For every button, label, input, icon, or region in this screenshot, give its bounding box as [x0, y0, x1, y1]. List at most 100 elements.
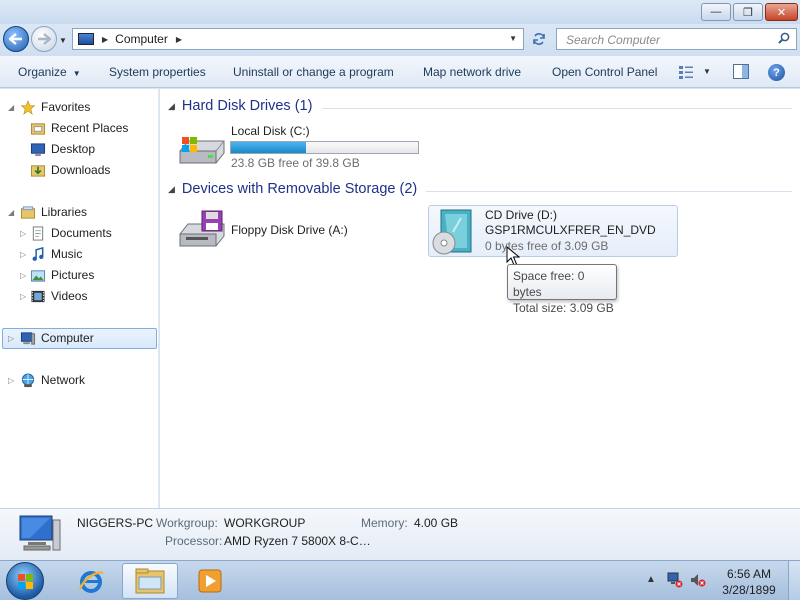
sidebar-item-videos[interactable]: ▷ Videos: [20, 286, 87, 306]
address-history-dropdown[interactable]: ▼: [509, 34, 517, 43]
sidebar-item-downloads[interactable]: Downloads: [30, 160, 110, 180]
maximize-button[interactable]: ❐: [733, 3, 763, 21]
sidebar-item-network[interactable]: ▷ Network: [8, 370, 85, 390]
close-button[interactable]: ✕: [765, 3, 798, 21]
minimize-button[interactable]: —: [701, 3, 731, 21]
search-input[interactable]: Search Computer: [556, 28, 797, 50]
refresh-icon: [533, 33, 545, 45]
group-removable-storage[interactable]: ◢ Devices with Removable Storage (2): [168, 181, 417, 197]
help-icon[interactable]: ?: [768, 64, 785, 81]
sidebar-item-documents[interactable]: ▷ Documents: [20, 223, 112, 243]
forward-arrow-icon: [38, 33, 51, 45]
processor-value: AMD Ryzen 7 5800X 8-C…: [224, 534, 371, 548]
uninstall-program-button[interactable]: Uninstall or change a program: [233, 65, 394, 79]
navigation-bar: ▼ ▶ Computer ▶ ▼ Search Computer: [0, 24, 800, 56]
downloads-icon: [30, 164, 46, 177]
capacity-bar-fill: [231, 142, 307, 153]
start-orb[interactable]: [6, 562, 44, 600]
drive-name: CD Drive (D:): [485, 208, 557, 222]
show-desktop-button[interactable]: [788, 561, 800, 600]
expand-arrow-icon[interactable]: ◢: [8, 103, 14, 112]
videos-icon: [31, 290, 45, 302]
drive-tooltip: Space free: 0 bytes Total size: 3.09 GB: [507, 264, 617, 315]
breadcrumb-chevron-icon[interactable]: ▶: [102, 35, 108, 44]
breadcrumb-computer[interactable]: Computer: [115, 32, 168, 46]
sidebar-item-label: Recent Places: [51, 121, 129, 135]
computer-icon: [20, 331, 36, 345]
windows-explorer-icon: [135, 568, 165, 594]
memory-label: Memory:: [361, 516, 408, 530]
windows-logo-icon: [18, 574, 33, 589]
search-icon[interactable]: [778, 32, 790, 44]
tooltip-line: Space free: 0 bytes: [513, 269, 585, 299]
open-control-panel-button[interactable]: Open Control Panel: [552, 65, 657, 79]
clock-time: 6:56 AM: [726, 567, 772, 581]
cd-drive-icon: [432, 209, 472, 255]
organize-menu[interactable]: Organize ▼: [18, 65, 81, 79]
libraries-icon: [20, 205, 36, 219]
taskbar-windows-explorer[interactable]: [122, 563, 178, 599]
back-arrow-icon: [9, 33, 22, 45]
expand-arrow-icon[interactable]: ▷: [20, 229, 26, 238]
sidebar-item-music[interactable]: ▷ Music: [20, 244, 82, 264]
chevron-down-icon: ▼: [72, 69, 81, 78]
sidebar-item-pictures[interactable]: ▷ Pictures: [20, 265, 94, 285]
navigation-pane: ◢ Favorites Recent Places Desktop Downlo…: [0, 89, 159, 508]
sidebar-item-label: Videos: [51, 289, 88, 303]
collapse-triangle-icon[interactable]: ◢: [168, 184, 175, 195]
libraries-label: Libraries: [41, 205, 88, 219]
network-status-icon[interactable]: [667, 572, 683, 588]
taskbar-internet-explorer[interactable]: [63, 563, 119, 599]
expand-arrow-icon[interactable]: ▷: [8, 334, 14, 343]
sidebar-item-label: Music: [51, 247, 83, 261]
documents-icon: [32, 225, 44, 241]
recent-places-icon: [30, 122, 46, 135]
organize-label: Organize: [18, 65, 67, 79]
drive-name: Floppy Disk Drive (A:): [231, 223, 348, 237]
expand-arrow-icon[interactable]: ▷: [20, 271, 26, 280]
computer-label: Computer: [41, 331, 94, 345]
workgroup-value: WORKGROUP: [224, 516, 306, 530]
forward-button[interactable]: [31, 26, 57, 52]
drive-name: Local Disk (C:): [231, 124, 310, 138]
tree-libraries[interactable]: ◢ Libraries: [8, 202, 87, 222]
drive-free-space: 0 bytes free of 3.09 GB: [485, 239, 609, 253]
group-title: Devices with Removable Storage (2): [181, 181, 418, 197]
system-properties-button[interactable]: System properties: [109, 65, 206, 79]
collapse-triangle-icon[interactable]: ◢: [168, 101, 175, 112]
star-icon: [20, 99, 36, 115]
breadcrumb-chevron-icon[interactable]: ▶: [176, 35, 182, 44]
volume-muted-icon[interactable]: [690, 572, 706, 588]
recent-pages-dropdown[interactable]: ▼: [59, 36, 67, 45]
network-label: Network: [41, 373, 86, 387]
show-hidden-icons-button[interactable]: ▲: [646, 574, 656, 585]
expand-arrow-icon[interactable]: ◢: [8, 208, 14, 217]
processor-label: Processor:: [165, 534, 223, 548]
map-network-drive-button[interactable]: Map network drive: [423, 65, 521, 79]
tree-favorites[interactable]: ◢ Favorites: [8, 97, 90, 117]
content-pane: ◢ Hard Disk Drives (1) Local Disk (C:) 2…: [160, 89, 800, 508]
view-options-dropdown[interactable]: ▼: [703, 67, 711, 76]
change-view-icon[interactable]: [678, 65, 694, 79]
sidebar-item-desktop[interactable]: Desktop: [30, 139, 95, 159]
group-divider: [426, 191, 792, 192]
floppy-drive-icon: [179, 210, 225, 247]
expand-arrow-icon[interactable]: ▷: [20, 292, 26, 301]
system-clock[interactable]: 6:56 AM 3/28/1899: [715, 566, 783, 598]
refresh-button[interactable]: [528, 28, 550, 50]
clock-date: 3/28/1899: [722, 583, 776, 597]
expand-arrow-icon[interactable]: ▷: [8, 376, 14, 385]
taskbar-media-player[interactable]: [182, 563, 238, 599]
drive-volume-label: GSP1RMCULXFRER_EN_DVD: [485, 223, 656, 237]
back-button[interactable]: [3, 26, 29, 52]
group-hard-disk-drives[interactable]: ◢ Hard Disk Drives (1): [168, 98, 312, 114]
sidebar-item-computer[interactable]: ▷ Computer: [8, 328, 94, 348]
expand-arrow-icon[interactable]: ▷: [20, 250, 26, 259]
sidebar-item-recent-places[interactable]: Recent Places: [30, 118, 128, 138]
drive-free-space: 23.8 GB free of 39.8 GB: [231, 156, 360, 170]
drive-cd-d[interactable]: CD Drive (D:) GSP1RMCULXFRER_EN_DVD 0 by…: [428, 205, 678, 257]
preview-pane-icon[interactable]: [733, 64, 749, 79]
address-bar[interactable]: ▶ Computer ▶ ▼: [72, 28, 524, 50]
tooltip-line: Total size: 3.09 GB: [513, 301, 614, 315]
mouse-cursor-icon: [506, 246, 520, 266]
